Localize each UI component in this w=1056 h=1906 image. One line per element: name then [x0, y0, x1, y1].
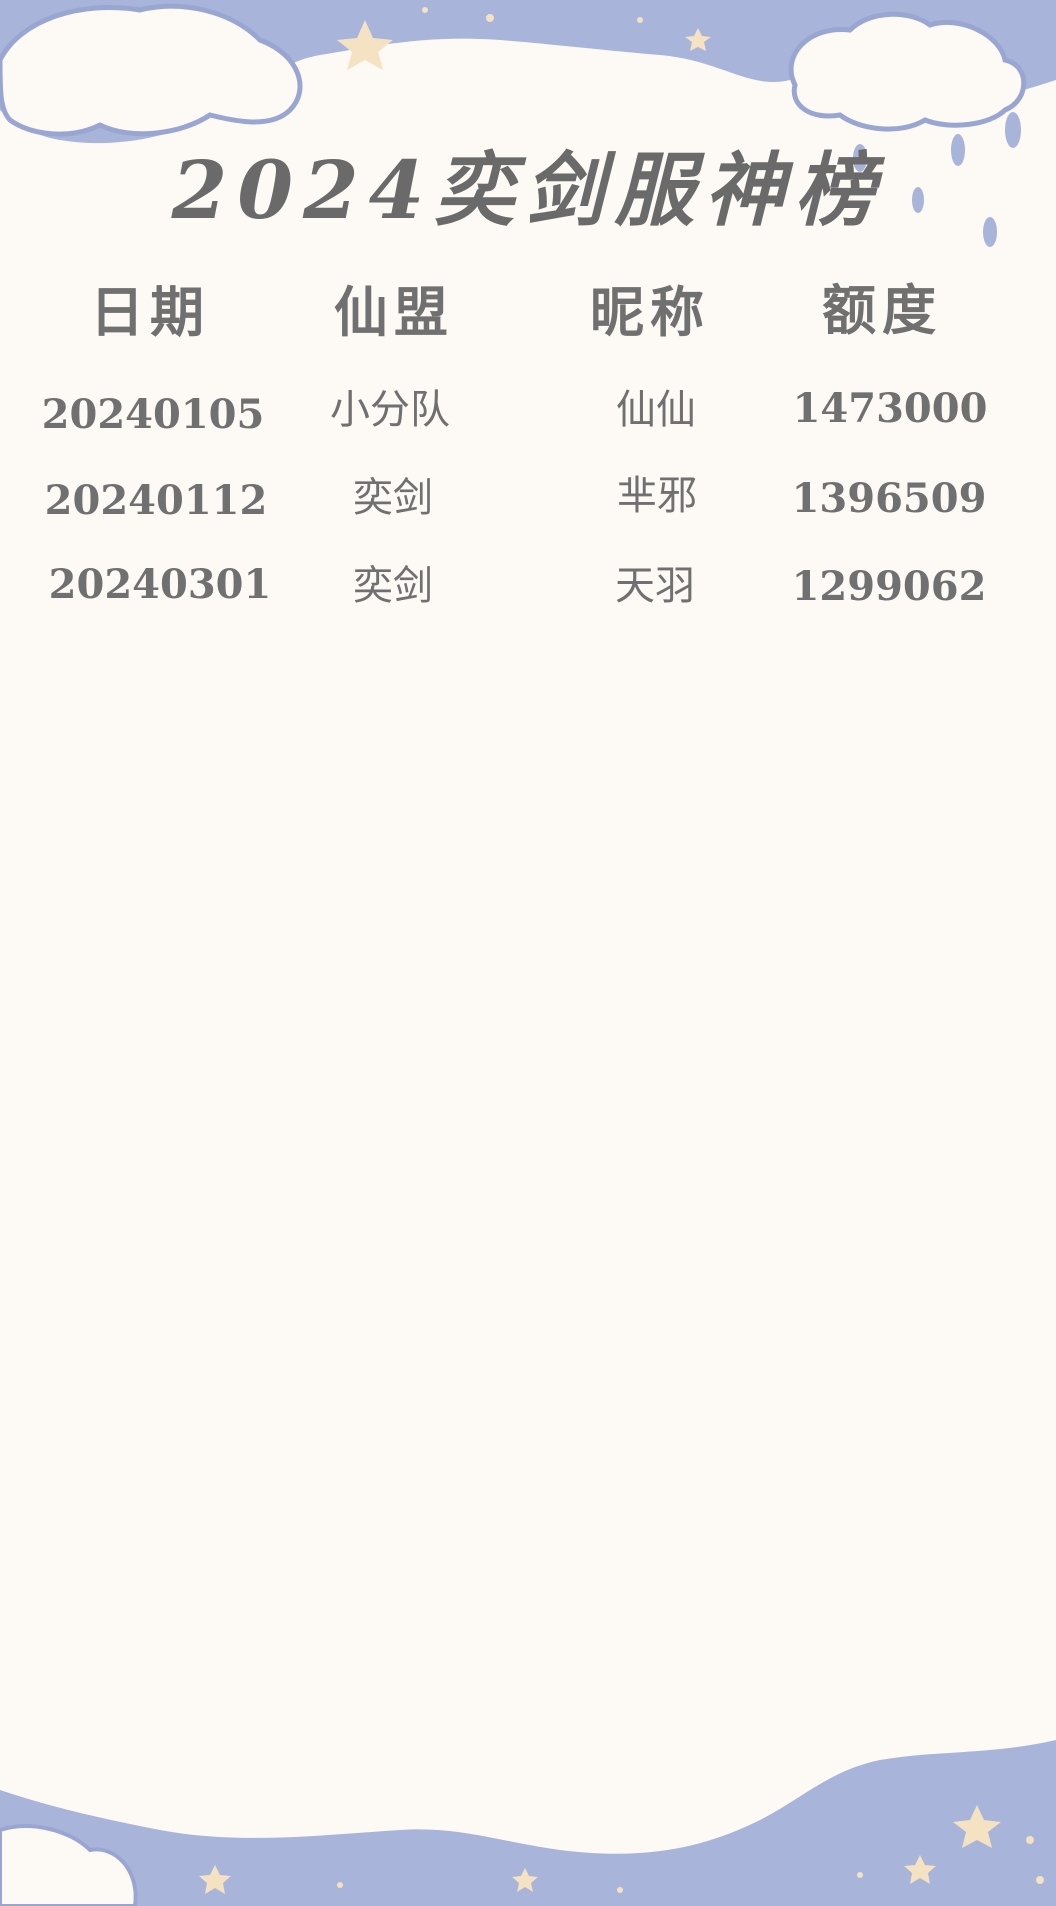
row-2-amount: 1396509 — [791, 475, 987, 522]
row-1-date: 20240105 — [41, 391, 265, 438]
star-dot — [637, 17, 643, 23]
row-2-date: 20240112 — [44, 477, 268, 524]
row-3-date: 20240301 — [48, 561, 272, 608]
header-nickname: 昵称 — [590, 280, 710, 344]
row-1-nickname: 仙仙 — [616, 387, 696, 433]
star-dot — [486, 14, 494, 22]
row-1-amount: 1473000 — [792, 385, 988, 432]
page-title: 2024奕剑服神榜 — [171, 143, 885, 237]
star-dot — [337, 1882, 343, 1888]
raindrop — [1005, 112, 1021, 148]
header-date: 日期 — [90, 280, 210, 344]
star-dot — [1036, 1876, 1044, 1884]
header-amount: 额度 — [822, 278, 942, 342]
row-1-alliance: 小分队 — [330, 387, 450, 433]
row-3-alliance: 奕剑 — [353, 563, 433, 609]
star-dot — [422, 7, 428, 13]
header-alliance: 仙盟 — [334, 280, 454, 344]
star-dot — [617, 1887, 623, 1893]
row-2-alliance: 奕剑 — [353, 475, 433, 521]
row-3-amount: 1299062 — [791, 563, 987, 610]
row-3-nickname: 天羽 — [615, 563, 695, 609]
star-dot — [1026, 1836, 1034, 1844]
star-dot — [857, 1872, 863, 1878]
row-2-nickname: 芈邪 — [617, 473, 697, 519]
